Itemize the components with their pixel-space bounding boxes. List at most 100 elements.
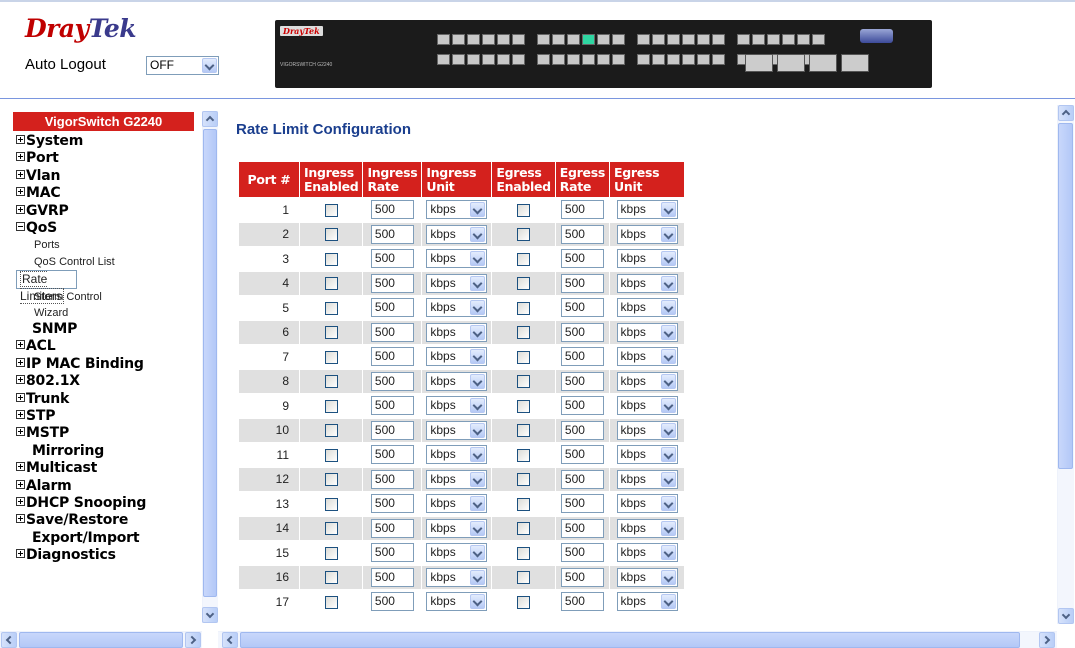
- ingress-enabled-checkbox[interactable]: [324, 326, 338, 340]
- egress-enabled-checkbox[interactable]: [517, 473, 531, 487]
- ingress-unit-select[interactable]: kbps: [426, 543, 488, 563]
- chevron-down-icon[interactable]: [660, 226, 676, 242]
- chevron-down-icon[interactable]: [660, 202, 676, 218]
- chevron-down-icon[interactable]: [470, 300, 486, 316]
- chevron-down-icon[interactable]: [660, 520, 676, 536]
- expand-plus-icon[interactable]: [16, 392, 25, 402]
- egress-unit-select[interactable]: kbps: [616, 322, 678, 342]
- egress-enabled-checkbox[interactable]: [517, 326, 531, 340]
- ingress-unit-select[interactable]: kbps: [426, 224, 488, 244]
- ingress-enabled-checkbox[interactable]: [324, 546, 338, 560]
- egress-unit-select[interactable]: kbps: [616, 371, 678, 391]
- egress-unit-select[interactable]: kbps: [616, 469, 678, 489]
- expand-plus-icon[interactable]: [16, 410, 25, 420]
- scroll-down-icon[interactable]: [202, 607, 218, 623]
- chevron-down-icon[interactable]: [660, 496, 676, 512]
- ingress-rate-input[interactable]: 500: [370, 543, 414, 563]
- chevron-down-icon[interactable]: [470, 202, 486, 218]
- expand-plus-icon[interactable]: [16, 497, 25, 506]
- egress-enabled-checkbox[interactable]: [517, 277, 531, 291]
- egress-unit-select[interactable]: kbps: [616, 200, 678, 220]
- main-hscroll-thumb[interactable]: [240, 632, 1020, 648]
- egress-enabled-checkbox[interactable]: [517, 375, 531, 389]
- chevron-down-icon[interactable]: [660, 545, 676, 561]
- nav-scroll-thumb[interactable]: [203, 129, 217, 597]
- nav-item-multicast[interactable]: Multicast: [16, 460, 202, 477]
- chevron-down-icon[interactable]: [470, 275, 486, 291]
- expand-plus-icon[interactable]: [16, 169, 25, 179]
- nav-subitem-ports[interactable]: Ports: [16, 237, 202, 253]
- expand-plus-icon[interactable]: [16, 152, 25, 162]
- scroll-left-icon[interactable]: [222, 632, 238, 648]
- egress-unit-select[interactable]: kbps: [616, 543, 678, 563]
- ingress-enabled-checkbox[interactable]: [324, 375, 338, 389]
- egress-unit-select[interactable]: kbps: [616, 420, 678, 440]
- ingress-rate-input[interactable]: 500: [370, 249, 414, 269]
- nav-subitem-wizard[interactable]: Wizard: [16, 305, 202, 321]
- egress-enabled-checkbox[interactable]: [517, 497, 531, 511]
- ingress-unit-select[interactable]: kbps: [426, 592, 488, 612]
- expand-plus-icon[interactable]: [16, 375, 25, 385]
- nav-item-trunk[interactable]: Trunk: [16, 391, 202, 408]
- nav-item-gvrp[interactable]: GVRP: [16, 203, 202, 220]
- chevron-down-icon[interactable]: [660, 275, 676, 291]
- egress-rate-input[interactable]: 500: [560, 200, 604, 220]
- collapse-minus-icon[interactable]: [16, 221, 25, 231]
- scroll-up-icon[interactable]: [202, 111, 218, 127]
- nav-subitem-rate-limiters[interactable]: Rate Limiters: [16, 269, 77, 304]
- ingress-rate-input[interactable]: 500: [370, 322, 414, 342]
- chevron-down-icon[interactable]: [660, 251, 676, 267]
- ingress-enabled-checkbox[interactable]: [324, 399, 338, 413]
- chevron-down-icon[interactable]: [470, 349, 486, 365]
- chevron-down-icon[interactable]: [660, 447, 676, 463]
- nav-item-export-import[interactable]: Export/Import: [16, 530, 202, 547]
- egress-enabled-checkbox[interactable]: [517, 301, 531, 315]
- ingress-unit-select[interactable]: kbps: [426, 298, 488, 318]
- nav-item-port[interactable]: Port: [16, 150, 202, 167]
- expand-plus-icon[interactable]: [16, 549, 25, 559]
- egress-enabled-checkbox[interactable]: [517, 522, 531, 536]
- egress-unit-select[interactable]: kbps: [616, 518, 678, 538]
- ingress-rate-input[interactable]: 500: [370, 200, 414, 220]
- egress-enabled-checkbox[interactable]: [517, 252, 531, 266]
- ingress-rate-input[interactable]: 500: [370, 592, 414, 612]
- egress-rate-input[interactable]: 500: [560, 420, 604, 440]
- ingress-enabled-checkbox[interactable]: [324, 571, 338, 585]
- chevron-down-icon[interactable]: [470, 324, 486, 340]
- nav-item-alarm[interactable]: Alarm: [16, 478, 202, 495]
- ingress-unit-select[interactable]: kbps: [426, 494, 488, 514]
- nav-subitem-qos-control-list[interactable]: QoS Control List: [16, 254, 202, 270]
- egress-unit-select[interactable]: kbps: [616, 592, 678, 612]
- ingress-enabled-checkbox[interactable]: [324, 424, 338, 438]
- chevron-down-icon[interactable]: [470, 569, 486, 585]
- expand-plus-icon[interactable]: [16, 340, 25, 350]
- scroll-left-icon[interactable]: [1, 632, 17, 648]
- chevron-down-icon[interactable]: [660, 594, 676, 610]
- ingress-rate-input[interactable]: 500: [370, 518, 414, 538]
- egress-rate-input[interactable]: 500: [560, 298, 604, 318]
- ingress-unit-select[interactable]: kbps: [426, 273, 488, 293]
- egress-rate-input[interactable]: 500: [560, 273, 604, 293]
- ingress-enabled-checkbox[interactable]: [324, 350, 338, 364]
- ingress-unit-select[interactable]: kbps: [426, 445, 488, 465]
- chevron-down-icon[interactable]: [470, 496, 486, 512]
- nav-item-diagnostics[interactable]: Diagnostics: [16, 547, 202, 564]
- scroll-right-icon[interactable]: [185, 632, 201, 648]
- ingress-unit-select[interactable]: kbps: [426, 371, 488, 391]
- nav-item-save-restore[interactable]: Save/Restore: [16, 512, 202, 529]
- egress-enabled-checkbox[interactable]: [517, 546, 531, 560]
- expand-plus-icon[interactable]: [16, 427, 25, 437]
- ingress-enabled-checkbox[interactable]: [324, 228, 338, 242]
- ingress-enabled-checkbox[interactable]: [324, 497, 338, 511]
- egress-enabled-checkbox[interactable]: [517, 350, 531, 364]
- ingress-rate-input[interactable]: 500: [370, 298, 414, 318]
- egress-rate-input[interactable]: 500: [560, 347, 604, 367]
- chevron-down-icon[interactable]: [470, 447, 486, 463]
- ingress-unit-select[interactable]: kbps: [426, 567, 488, 587]
- nav-item-mstp[interactable]: MSTP: [16, 425, 202, 442]
- egress-rate-input[interactable]: 500: [560, 445, 604, 465]
- ingress-rate-input[interactable]: 500: [370, 445, 414, 465]
- egress-unit-select[interactable]: kbps: [616, 273, 678, 293]
- chevron-down-icon[interactable]: [470, 520, 486, 536]
- expand-plus-icon[interactable]: [16, 462, 25, 472]
